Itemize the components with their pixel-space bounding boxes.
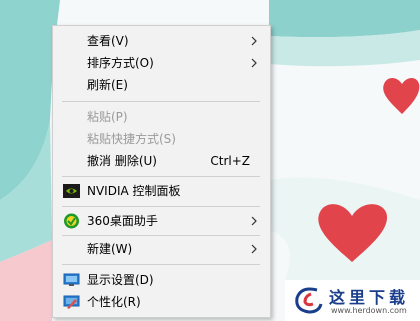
menu-item-personalize[interactable]: 个性化(R) [53, 291, 270, 313]
menu-separator [62, 264, 260, 265]
watermark-url: www.herdown.com [331, 306, 407, 315]
menu-item-label: 排序方式(O) [87, 56, 154, 70]
menu-separator [62, 101, 260, 102]
menu-item-label: 粘贴快捷方式(S) [87, 132, 176, 146]
menu-item-undo-delete[interactable]: 撤消 删除(U) Ctrl+Z [53, 150, 270, 172]
menu-item-label: 新建(W) [87, 242, 133, 256]
menu-item-label: 刷新(E) [87, 78, 128, 92]
display-settings-icon [63, 273, 80, 286]
menu-item-label: 显示设置(D) [87, 273, 154, 287]
menu-item-label: 360桌面助手 [87, 214, 158, 228]
watermark-text: 这里下载 [329, 288, 410, 307]
desktop-context-menu: 查看(V) 排序方式(O) 刷新(E) 粘贴(P) 粘贴快捷方式(S) 撤消 删… [52, 25, 271, 318]
menu-separator [62, 235, 260, 236]
menu-item-paste-shortcut[interactable]: 粘贴快捷方式(S) [53, 128, 270, 150]
menu-item-360-desktop-assistant[interactable]: 360桌面助手 [53, 210, 270, 232]
menu-item-shortcut: Ctrl+Z [210, 154, 250, 168]
menu-item-label: NVIDIA 控制面板 [87, 184, 181, 198]
menu-item-label: 查看(V) [87, 34, 129, 48]
menu-item-label: 个性化(R) [87, 295, 141, 309]
teal-top-band [269, 0, 420, 38]
menu-item-paste[interactable]: 粘贴(P) [53, 106, 270, 128]
menu-item-new[interactable]: 新建(W) [53, 238, 270, 260]
watermark-logo-icon [295, 287, 323, 314]
menu-item-refresh[interactable]: 刷新(E) [53, 74, 270, 96]
360-assistant-icon [64, 213, 79, 229]
chevron-right-icon [251, 36, 257, 46]
menu-item-sort[interactable]: 排序方式(O) [53, 52, 270, 74]
personalize-icon [63, 295, 80, 309]
menu-separator [62, 176, 260, 177]
menu-separator [62, 206, 260, 207]
chevron-right-icon [251, 58, 257, 68]
menu-item-label: 粘贴(P) [87, 110, 128, 124]
nvidia-icon [63, 184, 80, 198]
menu-item-display-settings[interactable]: 显示设置(D) [53, 269, 270, 291]
chevron-right-icon [251, 244, 257, 254]
chevron-right-icon [251, 216, 257, 226]
menu-item-nvidia-control-panel[interactable]: NVIDIA 控制面板 [53, 180, 270, 202]
menu-item-view[interactable]: 查看(V) [53, 30, 270, 52]
menu-item-label: 撤消 删除(U) [87, 154, 157, 168]
site-watermark: 这里下载 www.herdown.com [285, 280, 420, 321]
